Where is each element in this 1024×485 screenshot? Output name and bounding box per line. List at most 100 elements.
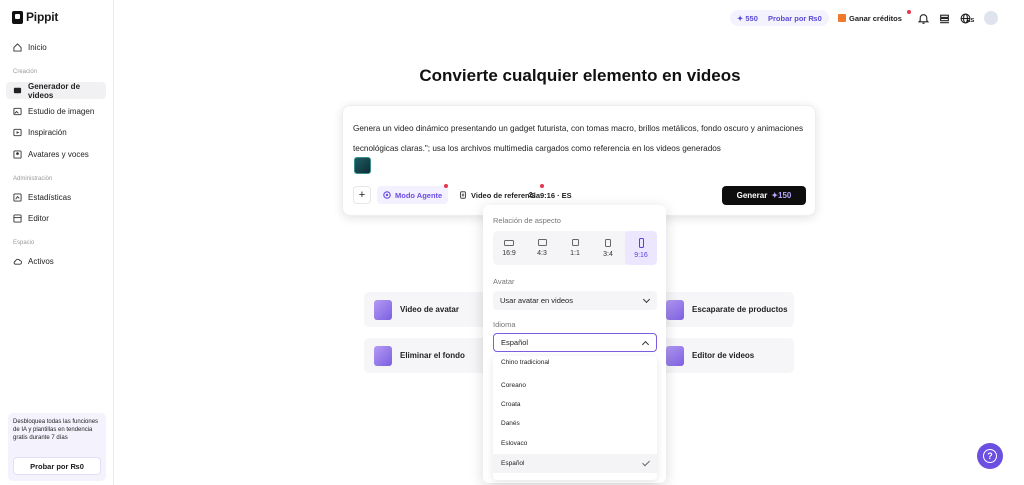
avatar-select[interactable]: Usar avatar en videos: [493, 291, 657, 310]
sidebar-item-assets[interactable]: Activos: [6, 253, 106, 270]
section-admin: Administración: [13, 176, 53, 182]
language-option[interactable]: Croata: [493, 395, 657, 414]
sidebar-item-label: Inicio: [28, 43, 47, 52]
page-title: Convierte cualquier elemento en videos: [419, 66, 741, 85]
language-option-selected[interactable]: Español: [493, 454, 657, 473]
prompt-input[interactable]: Genera un video dinámico presentando un …: [353, 119, 809, 159]
sidebar-item-editor[interactable]: Editor: [6, 210, 106, 227]
earn-label: Ganar créditos: [849, 13, 902, 23]
language-select-value: Español: [501, 338, 529, 347]
notification-dot: [907, 10, 911, 14]
agent-mode-label: Modo Agente: [395, 190, 443, 200]
tile-label: Eliminar el fondo: [400, 351, 465, 360]
tile-label: Video de avatar: [400, 305, 459, 314]
sliders-icon: [528, 192, 536, 198]
language-option-label: Español: [501, 460, 525, 467]
language-option[interactable]: Danés: [493, 414, 657, 433]
image-icon: [13, 107, 22, 116]
pippit-logo-icon: [12, 10, 23, 24]
avatar-select-value: Usar avatar en videos: [500, 296, 573, 305]
document-icon: [460, 191, 466, 199]
tile-remove-background[interactable]: Eliminar el fondo: [364, 338, 494, 373]
avatar-voice-icon: [13, 150, 22, 159]
prompt-card: Genera un video dinámico presentando un …: [342, 105, 816, 216]
language-label: Idioma: [493, 320, 516, 329]
sidebar-item-label: Inspiración: [28, 128, 67, 137]
agent-mode-button[interactable]: Modo Agente: [377, 186, 449, 204]
tile-label: Escaparate de productos: [692, 305, 788, 314]
ratio-9-16-icon: [638, 237, 644, 248]
language-option[interactable]: Chino tradicional: [493, 356, 657, 369]
earn-credits-button[interactable]: Ganar créditos: [838, 10, 902, 26]
ratio-option-9-16[interactable]: 9:16: [625, 231, 657, 265]
agent-notification-dot: [444, 184, 448, 188]
ratio-option-16-9[interactable]: 16:9: [493, 231, 525, 265]
ratio-label: 1:1: [570, 250, 580, 257]
generate-label: Generar: [736, 191, 768, 200]
video-editor-icon: [666, 345, 684, 366]
language-option[interactable]: Eslovaco: [493, 434, 657, 453]
aspect-ratio-options: 16:9 4:3 1:1 3:4 9:16: [493, 231, 657, 265]
section-space: Espacio: [13, 240, 35, 246]
language-badge: ES: [967, 18, 975, 24]
inspiration-icon: [13, 128, 22, 137]
credits-count: ✦ 550: [737, 13, 758, 23]
help-button[interactable]: ?: [977, 443, 1003, 469]
chevron-down-icon: [642, 295, 651, 304]
sidebar-item-image-studio[interactable]: Estudio de imagen: [6, 103, 106, 120]
sidebar-item-label: Estadísticas: [28, 193, 72, 202]
user-avatar[interactable]: [984, 11, 998, 25]
try-label: Probar por ₨0: [767, 13, 822, 23]
generate-button[interactable]: Generar ✦150: [722, 186, 806, 205]
product-showcase-icon: [666, 299, 684, 320]
home-icon: [13, 43, 22, 52]
language-option[interactable]: Coreano: [493, 376, 657, 395]
question-icon: ?: [983, 449, 997, 463]
generate-cost: ✦150: [771, 191, 792, 200]
sidebar-item-label: Estudio de imagen: [28, 107, 95, 116]
ratio-16-9-icon: [504, 239, 514, 246]
tile-avatar-video[interactable]: Video de avatar: [364, 292, 494, 327]
bell-icon[interactable]: [916, 11, 930, 25]
ratio-option-3-4[interactable]: 3:4: [592, 231, 624, 265]
sidebar-item-label: Avatares y voces: [28, 150, 89, 159]
remove-background-icon: [374, 345, 392, 366]
sidebar-item-avatars[interactable]: Avatares y voces: [6, 146, 106, 163]
ratio-option-4-3[interactable]: 4:3: [526, 231, 558, 265]
sidebar-item-stats[interactable]: Estadísticas: [6, 189, 106, 206]
stack-icon[interactable]: [937, 11, 951, 25]
avatar-video-icon: [374, 299, 392, 320]
add-media-button[interactable]: +: [353, 186, 371, 204]
tile-video-editor[interactable]: Editor de videos: [656, 338, 794, 373]
uploaded-media-thumbnail[interactable]: [354, 157, 371, 174]
logo-text: Pippit: [26, 10, 59, 24]
promo-text: Desbloquea todas las funciones de IA y p…: [13, 419, 99, 441]
ratio-label: 3:4: [603, 250, 613, 258]
language-select[interactable]: Español: [493, 333, 657, 352]
sidebar-item-inspiration[interactable]: Inspiración: [6, 124, 106, 141]
video-settings-panel: Relación de aspecto 16:9 4:3 1:1 3:4 9:1…: [483, 205, 666, 483]
ratio-label: 4:3: [537, 250, 547, 257]
video-icon: [13, 87, 22, 94]
ratio-label: 16:9: [502, 249, 516, 257]
cloud-icon: [13, 258, 22, 265]
ratio-1-1-icon: [571, 239, 579, 246]
promo-try-button[interactable]: Probar por ₨0: [13, 457, 101, 475]
tile-product-showcase[interactable]: Escaparate de productos: [656, 292, 794, 327]
ratio-4-3-icon: [537, 239, 547, 246]
ratio-language-button[interactable]: 9:16 · ES: [522, 186, 578, 204]
tile-label: Editor de videos: [692, 351, 755, 360]
agent-icon: [383, 191, 391, 199]
logo[interactable]: Pippit: [12, 10, 58, 24]
ratio-option-1-1[interactable]: 1:1: [559, 231, 591, 265]
credits-pill[interactable]: ✦ 550 Probar por ₨0: [730, 10, 829, 26]
credits-separator: [762, 14, 764, 23]
gift-icon: [838, 14, 846, 22]
editor-icon: [13, 214, 22, 223]
sidebar-item-label: Activos: [28, 257, 54, 266]
aspect-ratio-label: Relación de aspecto: [493, 216, 561, 225]
avatar-label: Avatar: [493, 277, 515, 286]
language-options-list[interactable]: Chino tradicional Coreano Croata Danés E…: [493, 356, 657, 480]
check-icon: [642, 458, 650, 467]
sidebar-item-home[interactable]: Inicio: [6, 39, 106, 56]
